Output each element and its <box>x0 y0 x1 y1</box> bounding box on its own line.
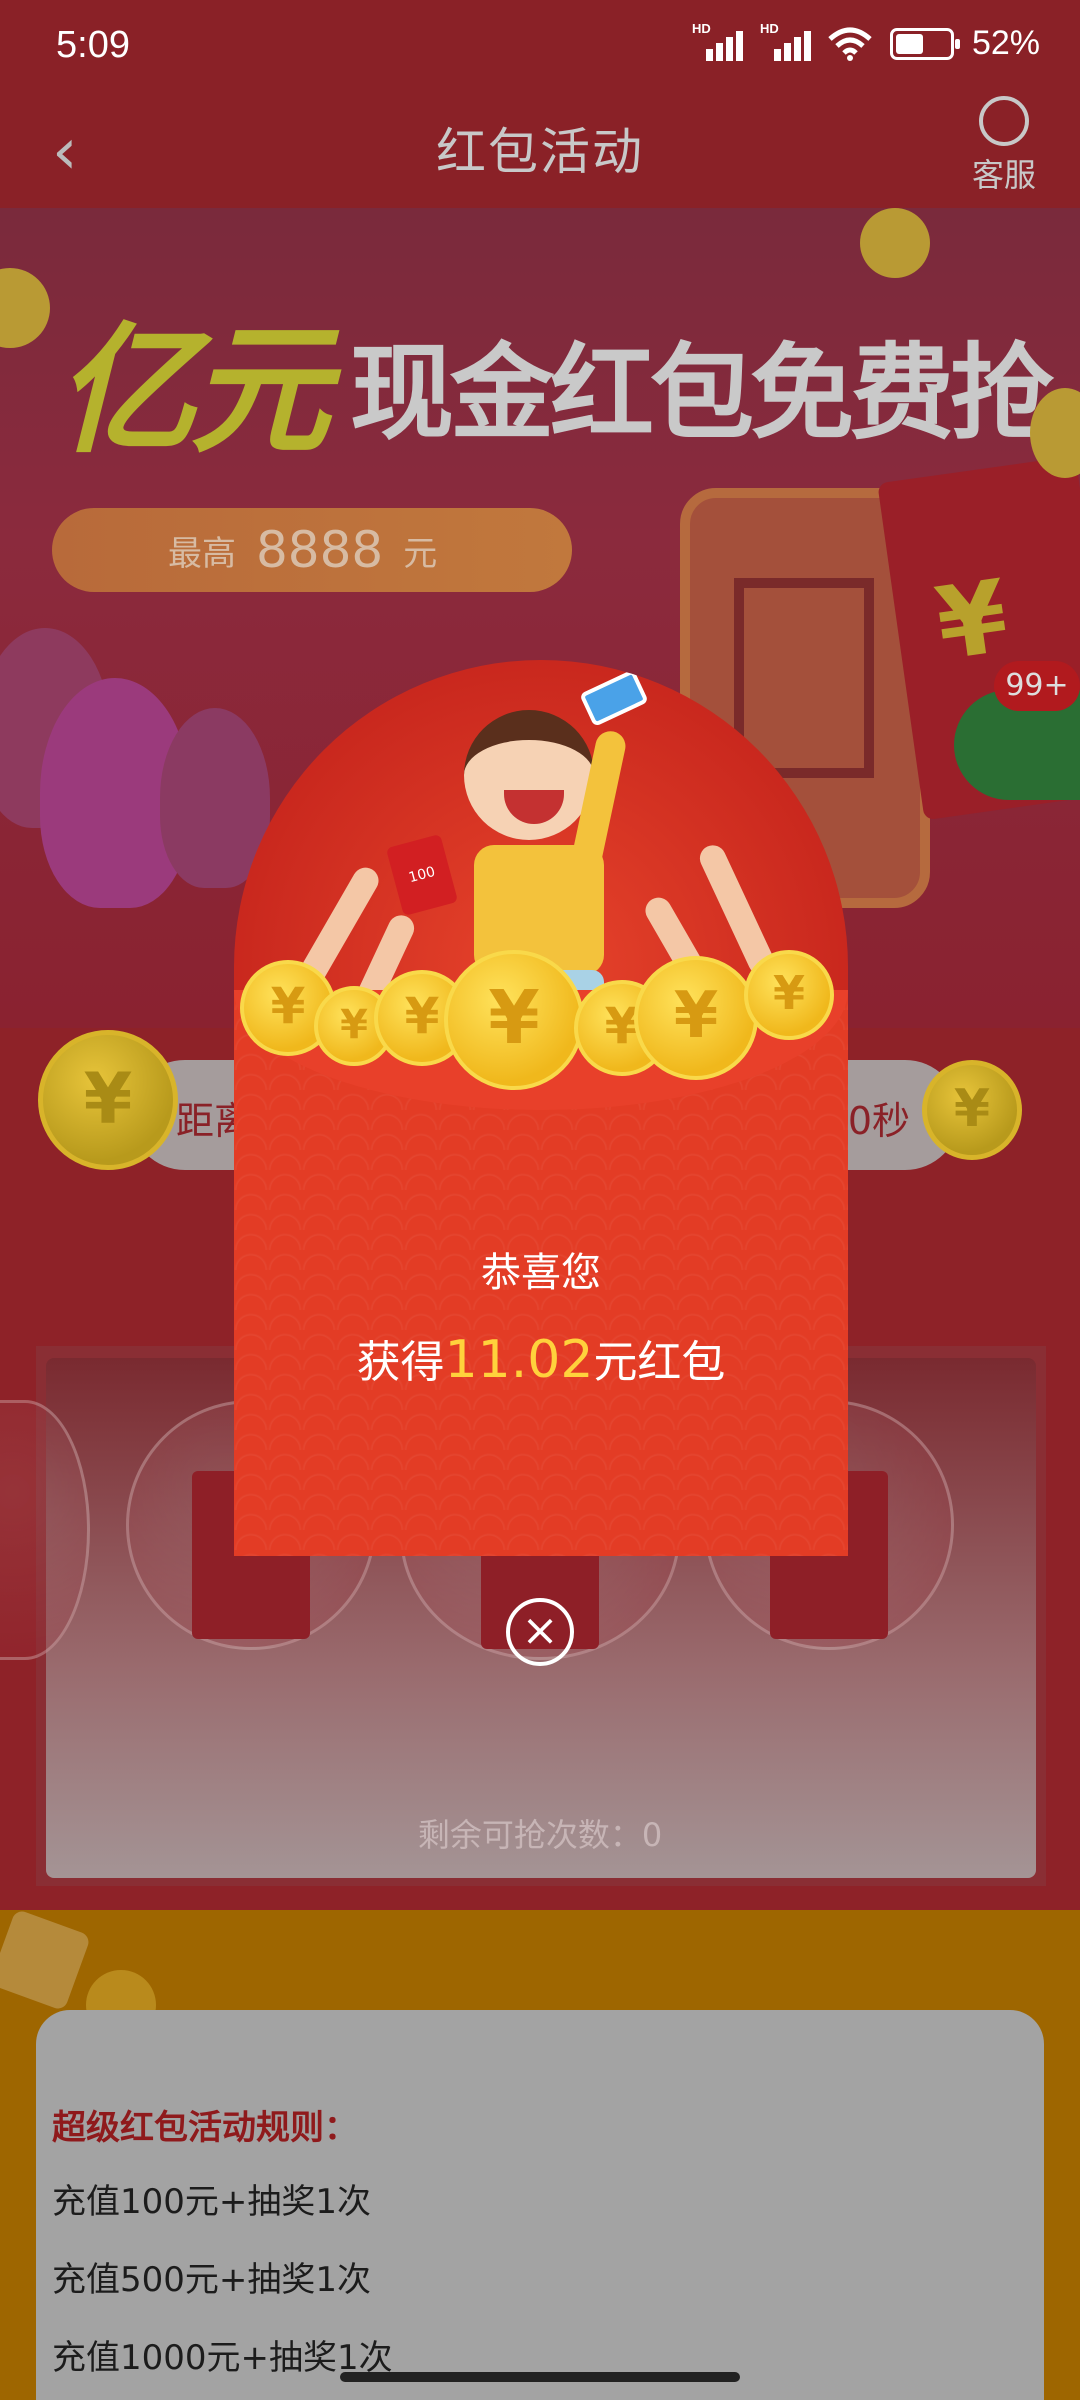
countdown-right: 0秒 <box>847 1099 910 1143</box>
battery-fill <box>895 33 923 54</box>
nav-bar: ‹ 红包活动 客服 <box>0 96 1080 208</box>
coin-illustration <box>860 208 930 278</box>
notification-badge: 99+ <box>994 661 1080 711</box>
max-suffix: 元 <box>403 533 438 574</box>
reward-suffix: 元红包 <box>593 1337 726 1388</box>
hd-label: HD <box>759 20 779 36</box>
signal-icon: HD <box>692 21 743 61</box>
home-indicator[interactable] <box>340 2372 740 2382</box>
wifi-icon <box>828 27 872 61</box>
remaining-count: 剩余可抢次数：0 <box>417 1816 663 1854</box>
close-circle-icon[interactable]: × <box>506 1598 574 1666</box>
red-packet-icon: 100 <box>385 833 459 917</box>
customer-service-button[interactable]: 客服 <box>964 96 1044 196</box>
headset-icon <box>979 96 1029 146</box>
phone-icon <box>579 669 649 727</box>
status-icons: HD HD 52% <box>692 21 1040 63</box>
status-bar: 5:09 HD HD 52% <box>0 0 1080 96</box>
signal-icon: HD <box>760 21 811 61</box>
rules-title: 超级红包活动规则： <box>52 2108 358 2148</box>
rule-item: 充值100元+抽奖1次 <box>52 2182 372 2222</box>
red-packet-modal: 100 ¥ ¥ ¥ ¥ ¥ ¥ ¥ 恭喜您 获得11.02元红包 <box>234 660 848 1556</box>
service-label: 客服 <box>971 156 1036 194</box>
rule-item: 充值500元+抽奖1次 <box>52 2260 372 2300</box>
max-amount: 8888 <box>256 521 384 579</box>
hd-label: HD <box>691 20 711 36</box>
battery-percent: 52% <box>971 24 1040 62</box>
yen-coin-icon: ¥ <box>444 950 584 1090</box>
reward-line: 获得11.02元红包 <box>234 1326 848 1390</box>
banner-headline-highlight: 亿元 <box>56 310 330 473</box>
status-time: 5:09 <box>56 24 130 66</box>
yen-coin-icon: ¥ <box>634 956 758 1080</box>
coin-illustration <box>0 268 50 348</box>
reward-amount: 11.02 <box>444 1330 594 1390</box>
battery-icon <box>889 27 960 60</box>
yen-coin-icon: ¥ <box>744 950 834 1040</box>
banner-headline: 现金红包免费抢 <box>350 332 1054 454</box>
pouch-label: 100 <box>407 863 437 887</box>
yen-coin-icon: ¥ <box>38 1030 178 1170</box>
page-title: 红包活动 <box>436 123 644 181</box>
max-prefix: 最高 <box>168 533 236 574</box>
max-amount-pill: 最高 8888 元 <box>52 508 572 592</box>
reward-prefix: 获得 <box>356 1337 445 1388</box>
yen-coin-icon: ¥ <box>922 1060 1022 1160</box>
congrats-text: 恭喜您 <box>481 1250 601 1296</box>
coin-row: ¥ ¥ ¥ ¥ ¥ ¥ ¥ <box>234 950 848 1090</box>
rule-item: 充值1000元+抽奖1次 <box>52 2338 393 2372</box>
